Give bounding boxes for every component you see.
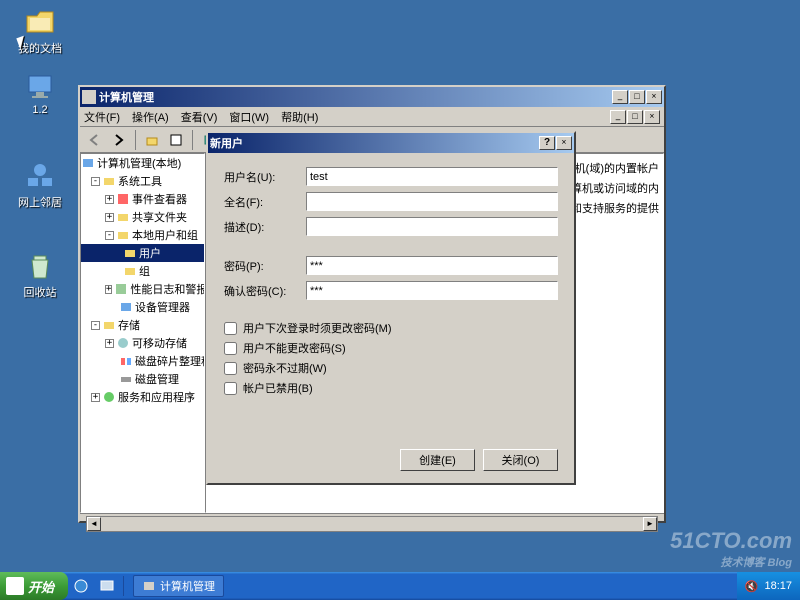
- maximize-button[interactable]: □: [629, 90, 645, 104]
- forward-button[interactable]: [108, 129, 130, 151]
- close-button[interactable]: ×: [646, 90, 662, 104]
- quicklaunch-desktop[interactable]: [96, 575, 118, 597]
- desktop-icon-12[interactable]: 1.2: [10, 70, 70, 116]
- neverexpire-checkbox[interactable]: [224, 362, 237, 375]
- tree-pane[interactable]: 计算机管理(本地) -系统工具 +事件查看器 +共享文件夹 -本地用户和组 用户…: [80, 153, 205, 513]
- dialog-close-button[interactable]: ×: [556, 136, 572, 150]
- create-button[interactable]: 创建(E): [400, 449, 475, 471]
- start-button[interactable]: 开始: [0, 572, 68, 600]
- recycle-icon: [24, 250, 56, 282]
- confirm-label: 确认密码(C):: [224, 283, 306, 299]
- watermark: 51CTO.com 技术博客 Blog: [670, 528, 792, 570]
- menubar: 文件(F) 操作(A) 查看(V) 窗口(W) 帮助(H) _ □ ×: [80, 107, 664, 127]
- mdi-close-button[interactable]: ×: [644, 110, 660, 124]
- tree-perf[interactable]: +性能日志和警报: [81, 280, 204, 298]
- disabled-checkbox[interactable]: [224, 382, 237, 395]
- tree-diskmgmt[interactable]: 磁盘管理: [81, 370, 204, 388]
- tree-localusers[interactable]: -本地用户和组: [81, 226, 204, 244]
- help-button[interactable]: ?: [539, 136, 555, 150]
- titlebar[interactable]: 计算机管理 _ □ ×: [80, 87, 664, 107]
- new-user-dialog: 新用户 ? × 用户名(U): 全名(F): 描述(D): 密码(P): 确认密…: [206, 131, 576, 485]
- tree-shared[interactable]: +共享文件夹: [81, 208, 204, 226]
- quicklaunch-ie[interactable]: [70, 575, 92, 597]
- properties-button[interactable]: [165, 129, 187, 151]
- mustchange-checkbox[interactable]: [224, 322, 237, 335]
- username-label: 用户名(U):: [224, 169, 306, 185]
- mdi-restore-button[interactable]: □: [627, 110, 643, 124]
- mustchange-label: 用户下次登录时须更改密码(M): [243, 320, 392, 336]
- fullname-label: 全名(F):: [224, 194, 306, 210]
- tree-users[interactable]: 用户: [81, 244, 204, 262]
- tree-services[interactable]: +服务和应用程序: [81, 388, 204, 406]
- up-button[interactable]: [141, 129, 163, 151]
- fullname-input[interactable]: [306, 192, 558, 211]
- close-button[interactable]: 关闭(O): [483, 449, 558, 471]
- horizontal-scrollbar[interactable]: ◄ ►: [86, 516, 658, 532]
- dialog-titlebar[interactable]: 新用户 ? ×: [208, 133, 574, 153]
- menu-help[interactable]: 帮助(H): [281, 109, 318, 125]
- tree-removable[interactable]: +可移动存储: [81, 334, 204, 352]
- clock: 18:17: [764, 580, 792, 592]
- app-icon: [82, 90, 96, 104]
- network-icon: [24, 160, 56, 192]
- statusbar: ◄ ►: [80, 513, 664, 533]
- neverexpire-label: 密码永不过期(W): [243, 360, 327, 376]
- password-input[interactable]: [306, 256, 558, 275]
- desktop-icon-label: 1.2: [10, 104, 70, 116]
- description-input[interactable]: [306, 217, 558, 236]
- description-label: 描述(D):: [224, 219, 306, 235]
- desktop-icon-label: 网上邻居: [10, 194, 70, 210]
- cannotchange-checkbox[interactable]: [224, 342, 237, 355]
- tree-systools[interactable]: -系统工具: [81, 172, 204, 190]
- system-tray[interactable]: 🔇 18:17: [737, 572, 800, 600]
- username-input[interactable]: [306, 167, 558, 186]
- tray-icon[interactable]: 🔇: [745, 580, 759, 593]
- minimize-button[interactable]: _: [612, 90, 628, 104]
- cannotchange-label: 用户不能更改密码(S): [243, 340, 346, 356]
- window-title: 计算机管理: [99, 89, 612, 105]
- tree-root[interactable]: 计算机管理(本地): [81, 154, 204, 172]
- desktop-icon-network[interactable]: 网上邻居: [10, 160, 70, 210]
- taskbar: 开始 计算机管理 🔇 18:17: [0, 572, 800, 600]
- menu-action[interactable]: 操作(A): [132, 109, 169, 125]
- tree-groups[interactable]: 组: [81, 262, 204, 280]
- confirm-input[interactable]: [306, 281, 558, 300]
- back-button[interactable]: [84, 129, 106, 151]
- folder-icon: [24, 6, 56, 38]
- password-label: 密码(P):: [224, 258, 306, 274]
- dialog-title: 新用户: [210, 135, 539, 151]
- tree-defrag[interactable]: 磁盘碎片整理程序: [81, 352, 204, 370]
- menu-view[interactable]: 查看(V): [181, 109, 218, 125]
- desktop-icon-recycle[interactable]: 回收站: [10, 250, 70, 300]
- tree-devmgr[interactable]: 设备管理器: [81, 298, 204, 316]
- mdi-minimize-button[interactable]: _: [610, 110, 626, 124]
- computer-icon: [24, 70, 56, 102]
- menu-window[interactable]: 窗口(W): [229, 109, 269, 125]
- taskbar-task[interactable]: 计算机管理: [133, 575, 224, 597]
- desktop-icon-label: 回收站: [10, 284, 70, 300]
- tree-storage[interactable]: -存储: [81, 316, 204, 334]
- disabled-label: 帐户已禁用(B): [243, 380, 313, 396]
- tree-eventviewer[interactable]: +事件查看器: [81, 190, 204, 208]
- menu-file[interactable]: 文件(F): [84, 109, 120, 125]
